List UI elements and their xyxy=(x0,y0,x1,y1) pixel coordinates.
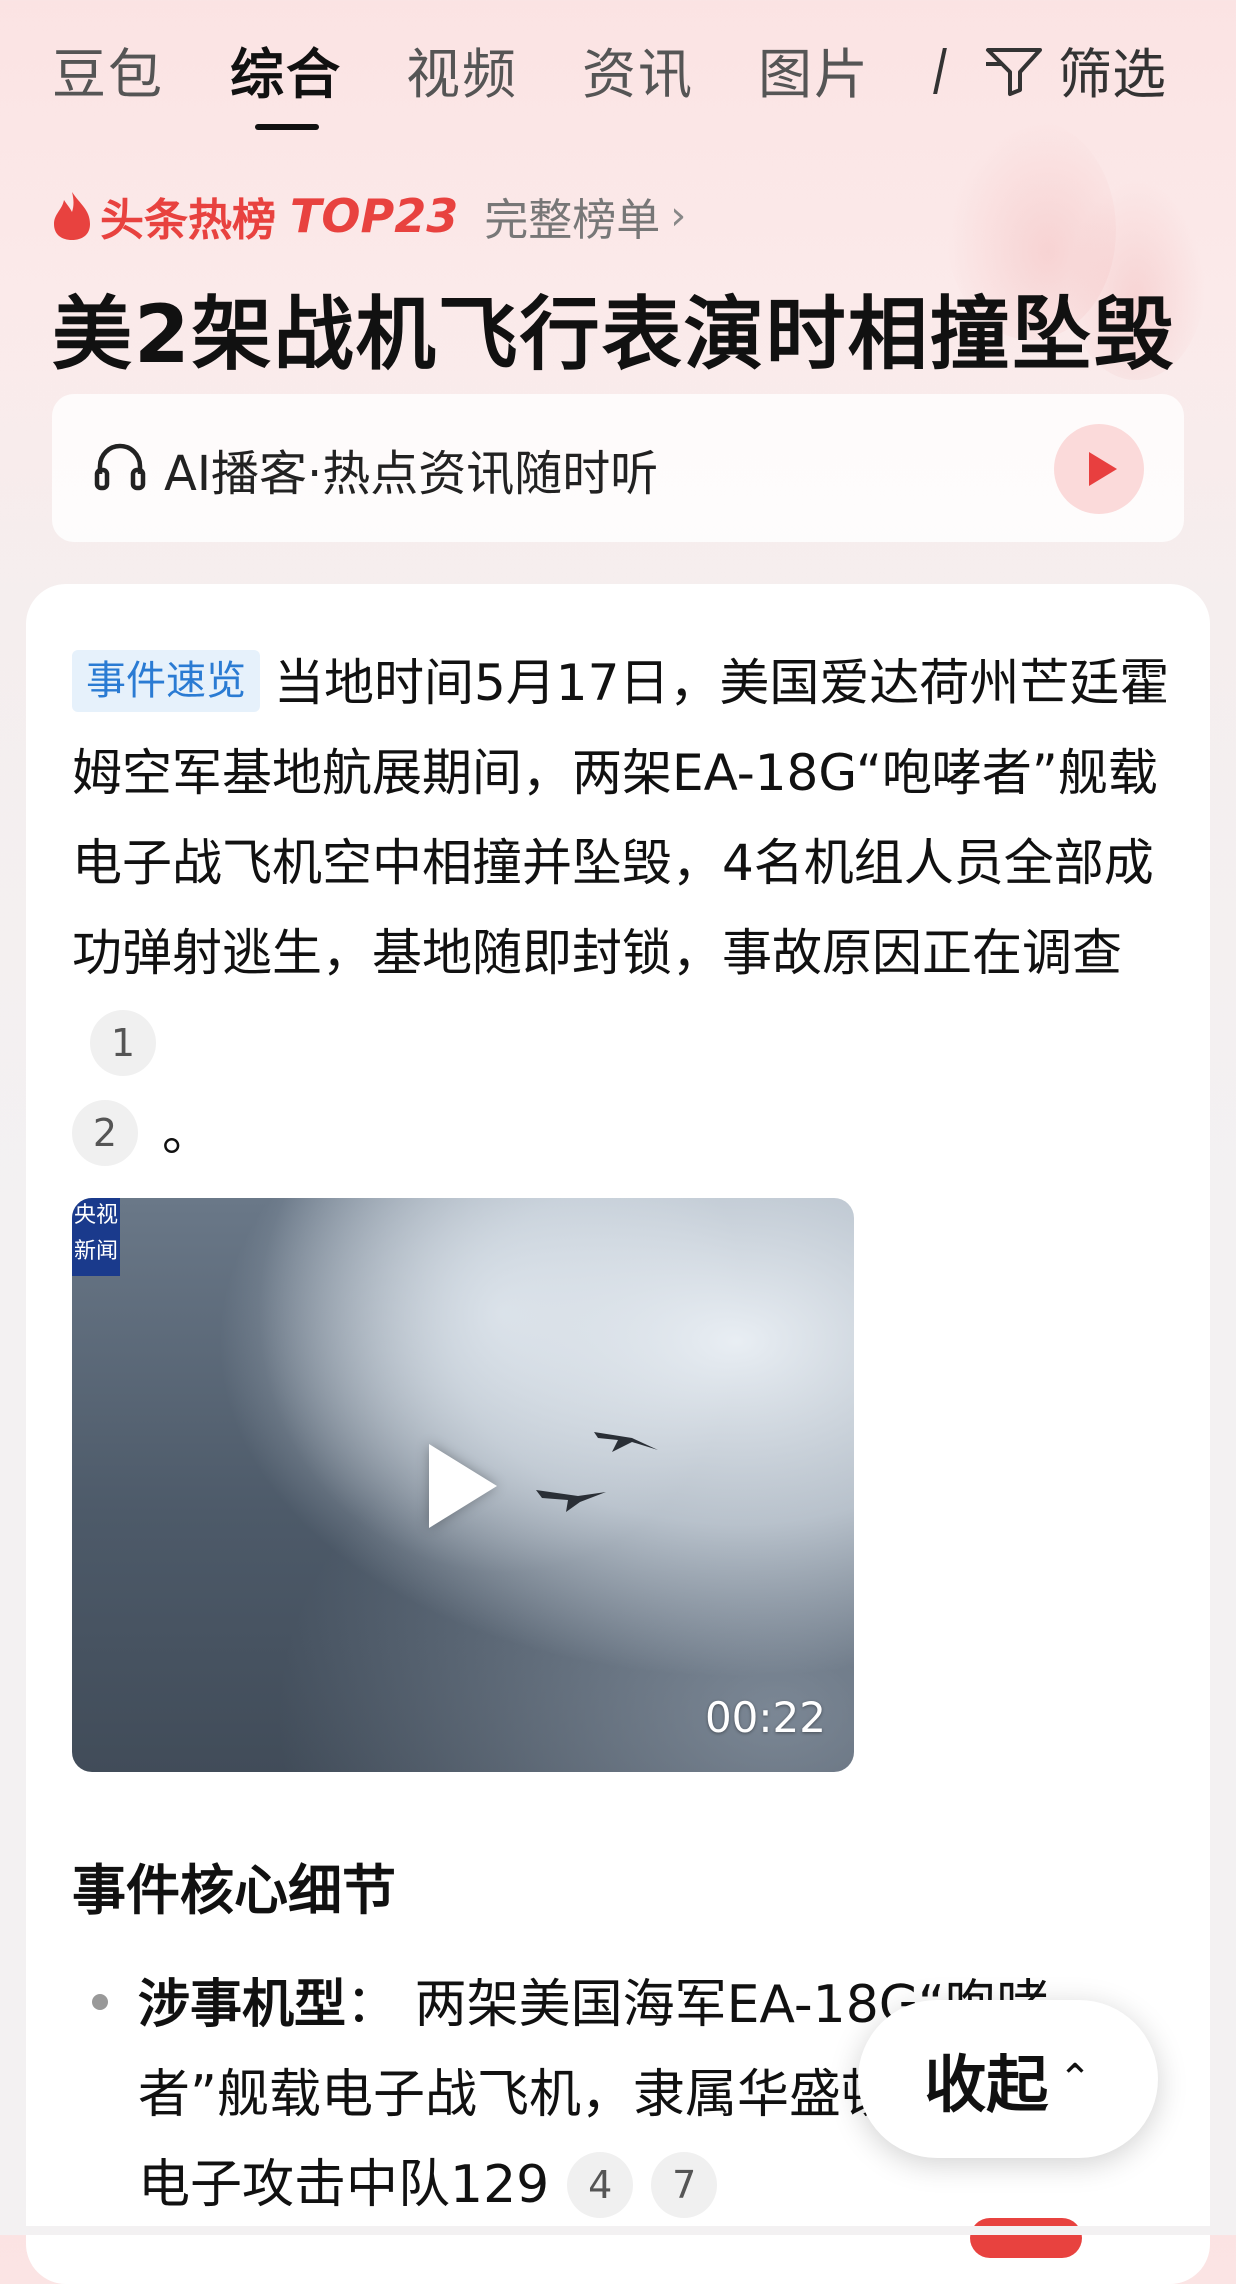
tab-video[interactable]: 视频 xyxy=(406,30,518,109)
bottom-badge xyxy=(970,2218,1082,2258)
collapse-button[interactable]: 收起 ⌃ xyxy=(858,2000,1158,2158)
video-duration: 00:22 xyxy=(704,1693,826,1742)
bullet xyxy=(92,1994,108,2010)
ai-podcast-bar[interactable]: AI播客·热点资讯随时听 xyxy=(52,394,1184,542)
ai-podcast-text: AI播客·热点资讯随时听 xyxy=(164,446,659,502)
flame-icon xyxy=(54,192,90,240)
tab-doubao[interactable]: 豆包 xyxy=(52,30,164,109)
podcast-play-button[interactable] xyxy=(1054,424,1144,514)
citation-4[interactable]: 4 xyxy=(567,2152,634,2218)
detail-colon: ： xyxy=(346,1975,399,2035)
citation-1[interactable]: 1 xyxy=(90,1010,156,1076)
play-icon xyxy=(1089,452,1117,486)
active-tab-indicator xyxy=(255,124,319,130)
bottom-edge xyxy=(0,2226,1236,2235)
jet-silhouette xyxy=(536,1490,606,1512)
filter-icon xyxy=(986,47,1042,96)
summary-paragraph: 事件速览 当地时间5月17日，美国爱达荷州芒廷霍姆空军基地航展期间，两架EA-18… xyxy=(72,638,1172,1178)
hot-rank: TOP23 xyxy=(290,189,459,243)
video-thumbnail[interactable]: 央视新闻 00:22 xyxy=(72,1198,854,1772)
tab-news[interactable]: 资讯 xyxy=(582,30,694,109)
tab-images[interactable]: 图片 xyxy=(758,30,870,109)
hot-list-row[interactable]: 头条热榜 TOP23 完整榜单 › xyxy=(50,186,686,246)
citation-7[interactable]: 7 xyxy=(651,2152,718,2218)
video-play-icon[interactable] xyxy=(429,1444,497,1528)
collapse-label: 收起 xyxy=(924,2048,1049,2121)
full-list-link[interactable]: 完整榜单 xyxy=(484,184,660,248)
event-summary-badge: 事件速览 xyxy=(72,650,260,712)
headphones-icon xyxy=(94,443,146,491)
summary-end: 。 xyxy=(162,1104,212,1162)
filter-label: 筛选 xyxy=(1058,43,1166,106)
chevron-right-icon: › xyxy=(670,193,687,239)
citation-2[interactable]: 2 xyxy=(72,1100,138,1166)
detail-label: 涉事机型 xyxy=(138,1975,347,2035)
filter-button[interactable]: 筛选 xyxy=(984,30,1166,109)
page-title: 美2架战机飞行表演时相撞坠毁 xyxy=(52,288,1176,381)
section-title: 事件核心细节 xyxy=(72,1859,396,1922)
tab-all[interactable]: 综合 xyxy=(230,30,342,109)
cctv-news-logo: 央视新闻 xyxy=(72,1198,120,1276)
chevron-up-icon: ⌃ xyxy=(1058,2056,1092,2102)
search-tab-bar: 豆包 综合 视频 资讯 图片 筛选 xyxy=(0,0,1236,140)
tab-divider xyxy=(933,48,947,94)
hot-list-label: 头条热榜 xyxy=(100,195,276,246)
jet-silhouette xyxy=(594,1432,658,1452)
